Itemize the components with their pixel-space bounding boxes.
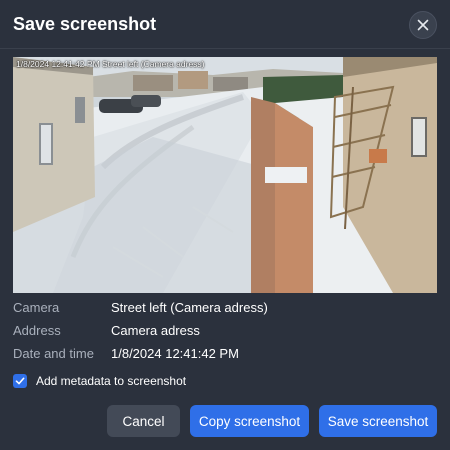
dialog-title: Save screenshot [13, 14, 157, 34]
address-value: Camera adress [111, 323, 200, 338]
camera-row: Camera Street left (Camera adress) [13, 300, 437, 318]
close-button[interactable] [409, 11, 437, 39]
checkmark-icon [15, 377, 25, 385]
camera-label: Camera [13, 300, 60, 315]
address-row: Address Camera adress [13, 323, 437, 341]
datetime-label: Date and time [13, 346, 94, 361]
camera-value: Street left (Camera adress) [111, 300, 268, 315]
close-icon [417, 19, 429, 31]
timestamp-overlay: 1/8/2024 12:41:42 PM Street left (Camera… [16, 59, 205, 69]
add-metadata-checkbox[interactable] [13, 374, 27, 388]
cancel-button[interactable]: Cancel [107, 405, 180, 437]
camera-snapshot-image [13, 57, 437, 293]
add-metadata-label[interactable]: Add metadata to screenshot [36, 374, 186, 388]
save-screenshot-dialog: Save screenshot 1/8/2024 12:41:42 PM Str… [0, 0, 450, 450]
save-screenshot-button[interactable]: Save screenshot [319, 405, 437, 437]
datetime-value: 1/8/2024 12:41:42 PM [111, 346, 239, 361]
copy-screenshot-button[interactable]: Copy screenshot [190, 405, 309, 437]
add-metadata-option: Add metadata to screenshot [13, 373, 186, 389]
header-divider [0, 48, 450, 49]
screenshot-preview: 1/8/2024 12:41:42 PM Street left (Camera… [13, 57, 437, 293]
address-label: Address [13, 323, 61, 338]
datetime-row: Date and time 1/8/2024 12:41:42 PM [13, 346, 437, 364]
